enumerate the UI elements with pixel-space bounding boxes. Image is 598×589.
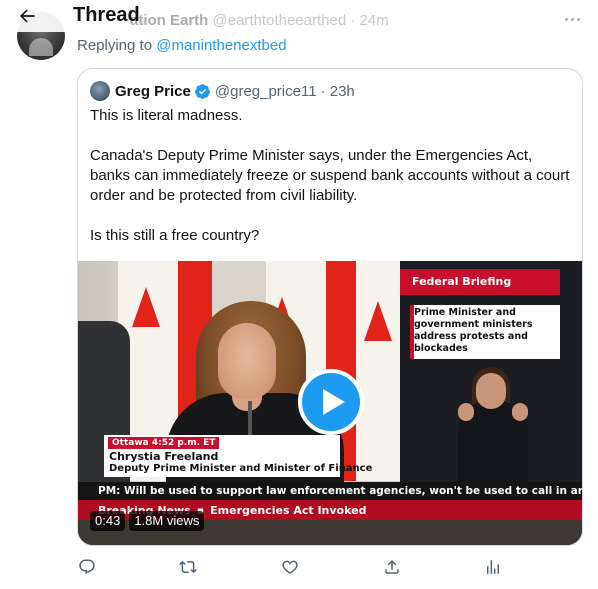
- verified-badge-icon: [194, 83, 210, 99]
- breaking-news-headline: Emergencies Act Invoked: [210, 504, 367, 517]
- quoted-author-avatar: [90, 81, 110, 101]
- scrolled-author-name: ation Earth: [130, 12, 209, 29]
- scrolled-author-handle: @earthtotheearthed: [212, 12, 347, 29]
- maple-leaf: [132, 287, 160, 327]
- briefing-description-text: Prime Minister and government ministers …: [414, 307, 533, 354]
- federal-briefing-title: Federal Briefing: [412, 275, 512, 288]
- scrolled-tweet-header: ation Earth @earthtotheearthed · 24m: [130, 12, 389, 29]
- retweet-icon: [179, 560, 197, 574]
- replying-to-label: Replying to: [77, 37, 157, 54]
- quoted-tweet-header: Greg Price @greg_price11 · 23h: [90, 81, 355, 101]
- speaker-face: [218, 323, 276, 399]
- speaker-role-caption: Deputy Prime Minister and Minister of Fi…: [109, 463, 373, 474]
- thread-header: ation Earth @earthtotheearthed · 24m Thr…: [0, 0, 598, 32]
- replying-to: Replying to @maninthenextbed: [77, 37, 287, 54]
- retweet-button[interactable]: [177, 556, 199, 578]
- back-button[interactable]: [14, 3, 40, 29]
- heart-icon: [282, 560, 298, 574]
- scrolled-tweet-time: · 24m: [350, 12, 389, 29]
- share-icon: [385, 559, 399, 574]
- news-ticker-text: PM: Will be used to support law enforcem…: [98, 485, 582, 497]
- more-options-icon[interactable]: [560, 10, 584, 28]
- page-title: Thread: [73, 4, 140, 26]
- video-player[interactable]: Federal Briefing Prime Minister and gove…: [78, 261, 582, 545]
- reply-button[interactable]: [76, 556, 98, 578]
- replying-to-handle-link[interactable]: @maninthenextbed: [156, 37, 286, 54]
- tweet-action-bar: [0, 556, 598, 580]
- analytics-button[interactable]: [482, 556, 504, 578]
- play-button[interactable]: [298, 369, 364, 435]
- maple-leaf: [364, 301, 392, 341]
- play-icon: [323, 389, 345, 415]
- sign-language-panel: Federal Briefing Prime Minister and gove…: [400, 261, 582, 491]
- reply-icon: [79, 559, 95, 575]
- quoted-tweet-text: This is literal madness. Canada's Deputy…: [90, 107, 570, 244]
- quoted-tweet-time: · 23h: [320, 82, 355, 100]
- arrow-left-icon: [20, 9, 35, 23]
- speaker-name-caption: Chrystia Freeland: [109, 450, 219, 463]
- quoted-author-name: Greg Price: [115, 82, 191, 100]
- video-stats: 0:43 1.8M views: [90, 511, 205, 531]
- quoted-author-handle: @greg_price11: [214, 82, 317, 100]
- share-button[interactable]: [381, 556, 403, 578]
- analytics-icon: [487, 560, 499, 574]
- video-views: 1.8M views: [129, 511, 205, 531]
- like-button[interactable]: [279, 556, 301, 578]
- flag-white-stripe: [356, 261, 400, 481]
- interpreter-hands: [452, 403, 534, 423]
- quoted-tweet-card[interactable]: Greg Price @greg_price11 · 23h This is l…: [77, 68, 583, 546]
- video-duration: 0:43: [90, 511, 126, 531]
- location-time-tag: Ottawa 4:52 p.m. ET: [108, 437, 220, 449]
